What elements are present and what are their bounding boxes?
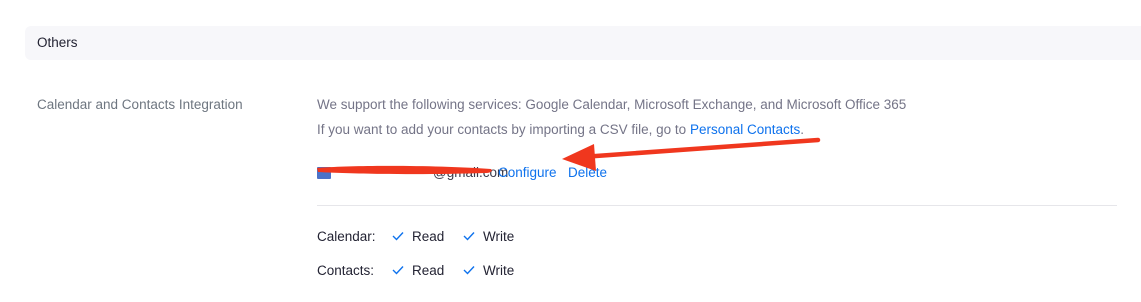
- setting-label-calendar-contacts: Calendar and Contacts Integration: [37, 97, 243, 112]
- contacts-read-label: Read: [412, 263, 445, 278]
- redaction-scribble: [317, 165, 492, 175]
- check-icon: [463, 232, 475, 241]
- divider: [317, 205, 1117, 206]
- settings-page: Others Calendar and Contacts Integration…: [0, 0, 1141, 302]
- contacts-write-label: Write: [483, 263, 515, 278]
- calendar-write-label: Write: [483, 229, 515, 244]
- check-icon: [392, 266, 404, 275]
- section-title: Others: [37, 35, 78, 50]
- supported-services-text: We support the following services: Googl…: [317, 97, 907, 112]
- calendar-permission-label: Calendar:: [317, 229, 376, 244]
- contacts-permission-label: Contacts:: [317, 263, 375, 278]
- contacts-permission-row: Contacts: Read Write: [317, 262, 717, 282]
- check-icon: [392, 232, 404, 241]
- calendar-read-label: Read: [412, 229, 445, 244]
- calendar-permission-row: Calendar: Read Write: [317, 228, 717, 248]
- configure-link[interactable]: Configure: [498, 165, 557, 180]
- annotation-arrow-icon: [562, 137, 821, 171]
- check-icon: [463, 266, 475, 275]
